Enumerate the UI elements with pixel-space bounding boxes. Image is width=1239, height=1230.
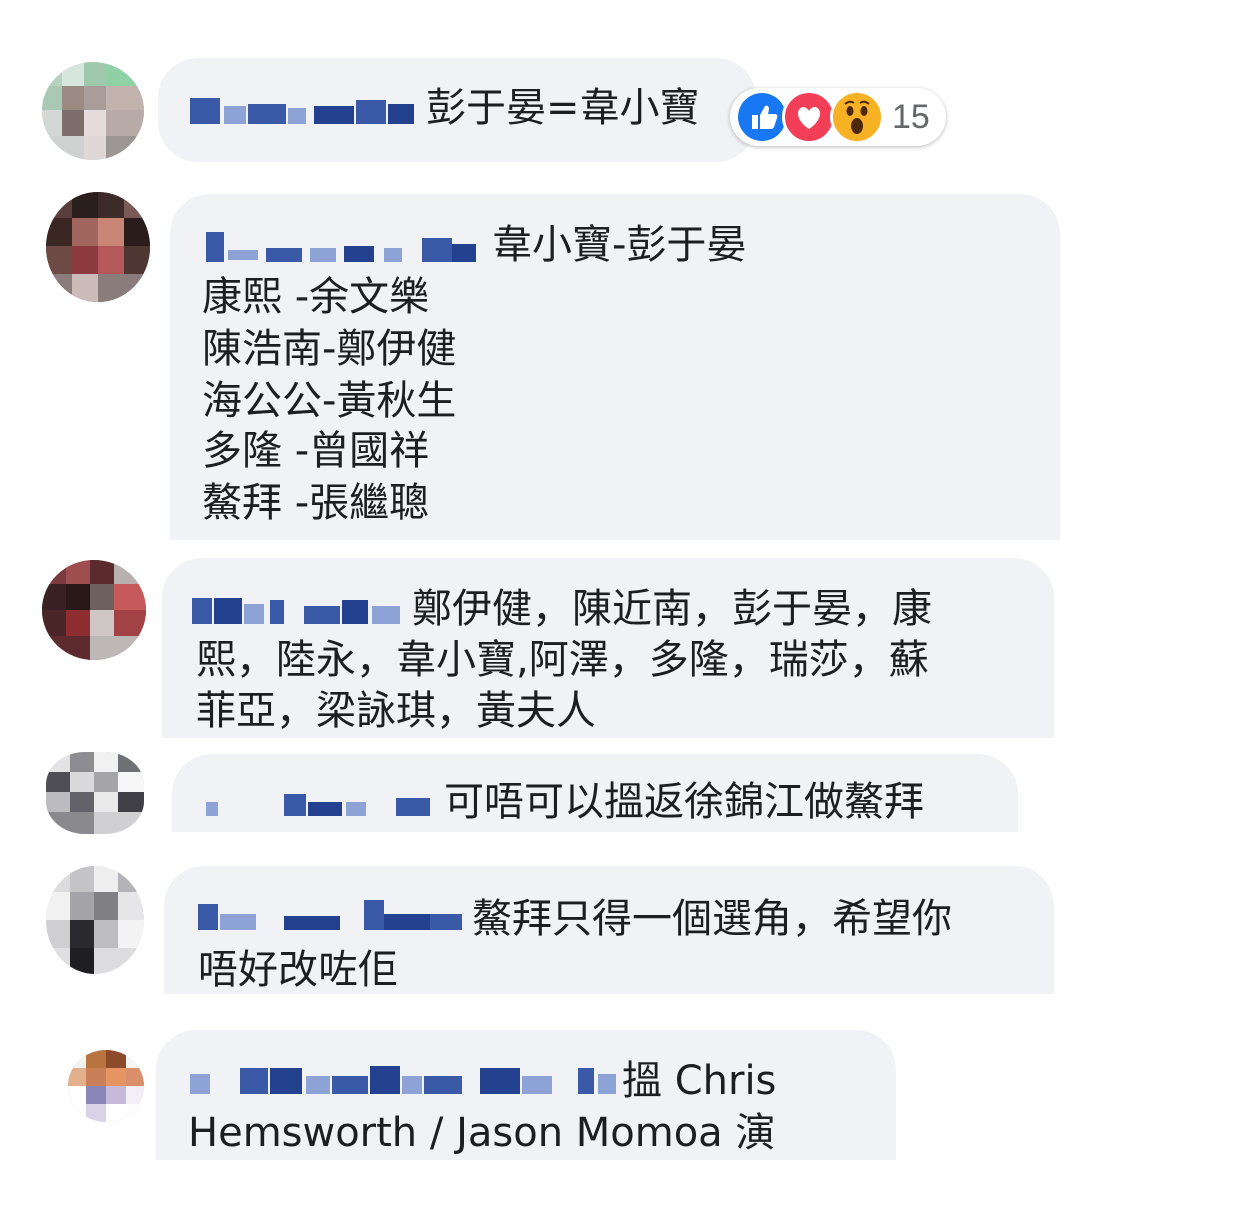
comment-bubble: 鄭伊健，陳近南，彭于晏，康 熙，陸永，韋小寶,阿澤，多隆，瑞莎，蘇 菲亞，梁詠琪… — [162, 558, 1054, 738]
comment-text: 可唔可以搵返徐錦江做鰲拜 — [444, 779, 924, 825]
comment-bubble: 可唔可以搵返徐錦江做鰲拜 — [172, 754, 1018, 832]
comment-bubble: 搵 Chris Hemsworth / Jason Momoa 演 — [156, 1030, 896, 1160]
avatar[interactable] — [42, 62, 144, 160]
reaction-summary[interactable]: 15 — [730, 88, 946, 146]
comment-text: 彭于晏=韋小寶 — [426, 85, 700, 131]
commenter-name-redacted[interactable] — [198, 900, 462, 934]
commenter-name-redacted[interactable] — [190, 94, 414, 128]
comment-text: 鰲拜 -張繼聰 — [202, 480, 430, 526]
love-icon — [782, 90, 836, 144]
avatar[interactable] — [46, 192, 150, 302]
comment-text: 菲亞，梁詠琪，黃夫人 — [196, 688, 596, 734]
avatar[interactable] — [42, 560, 146, 660]
commenter-name-redacted[interactable] — [190, 1064, 616, 1098]
comment-bubble: 鰲拜只得一個選角，希望你 唔好改咗佢 — [164, 866, 1054, 994]
comment-text: 海公公-黃秋生 — [202, 378, 457, 424]
comment-text: 熙，陸永，韋小寶,阿澤，多隆，瑞莎，蘇 — [196, 637, 929, 683]
comment-text: 多隆 -曾國祥 — [202, 428, 430, 474]
comment-bubble: 彭于晏=韋小寶 — [158, 58, 756, 162]
comment-bubble: 韋小寶-彭于晏 康熙 -余文樂 陳浩南-鄭伊健 海公公-黃秋生 多隆 -曾國祥 … — [170, 194, 1060, 540]
wow-icon — [830, 90, 884, 144]
comment-text: 康熙 -余文樂 — [202, 274, 430, 320]
like-icon — [738, 93, 786, 141]
commenter-name-redacted[interactable] — [206, 230, 476, 264]
reaction-count: 15 — [892, 98, 930, 136]
comment-text: 搵 Chris — [622, 1058, 777, 1104]
commenter-name-redacted[interactable] — [206, 786, 430, 820]
comment-text: 唔好改咗佢 — [198, 947, 398, 993]
avatar[interactable] — [68, 1050, 144, 1122]
comment-text: 韋小寶-彭于晏 — [492, 222, 747, 268]
avatar[interactable] — [46, 866, 144, 974]
comment-text: 陳浩南-鄭伊健 — [202, 326, 457, 372]
comment-text: 鄭伊健，陳近南，彭于晏，康 — [412, 586, 932, 632]
commenter-name-redacted[interactable] — [192, 594, 400, 628]
comment-text: Hemsworth / Jason Momoa 演 — [188, 1110, 776, 1156]
avatar[interactable] — [46, 752, 144, 834]
comment-text: 鰲拜只得一個選角，希望你 — [472, 896, 952, 942]
